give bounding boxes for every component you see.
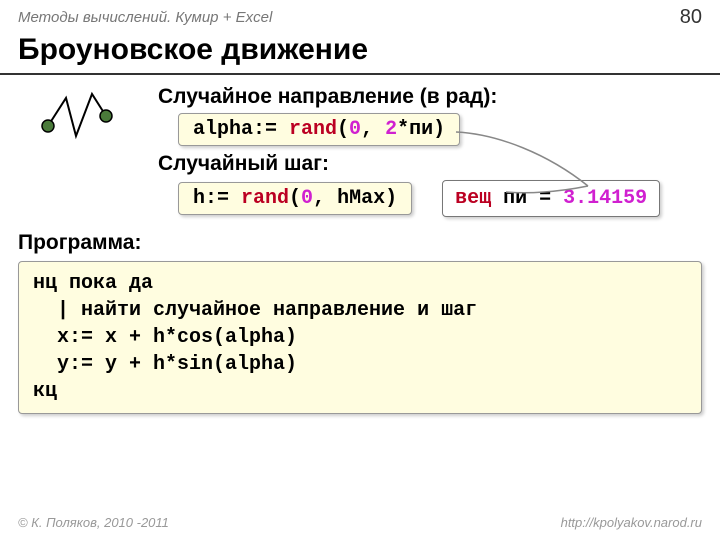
page-title: Броуновское движение — [0, 31, 720, 75]
code-h: h:= rand(0, hMax) — [178, 182, 412, 215]
page-number: 80 — [680, 6, 702, 29]
course-label: Методы вычислений. Кумир + Excel — [18, 9, 272, 26]
source-url: http://kpolyakov.narod.ru — [561, 515, 702, 530]
section1-label: Случайное направление (в рад): — [158, 85, 702, 109]
copyright: © К. Поляков, 2010 -2011 — [18, 515, 169, 530]
callout-connector-icon — [438, 124, 608, 204]
program-code: нц пока да | найти случайное направление… — [18, 261, 702, 414]
code-alpha: alpha:= rand(0, 2*пи) — [178, 113, 460, 146]
section2-label: Случайный шаг: — [158, 152, 702, 176]
program-label: Программа: — [18, 231, 702, 255]
brownian-icon — [38, 86, 128, 151]
